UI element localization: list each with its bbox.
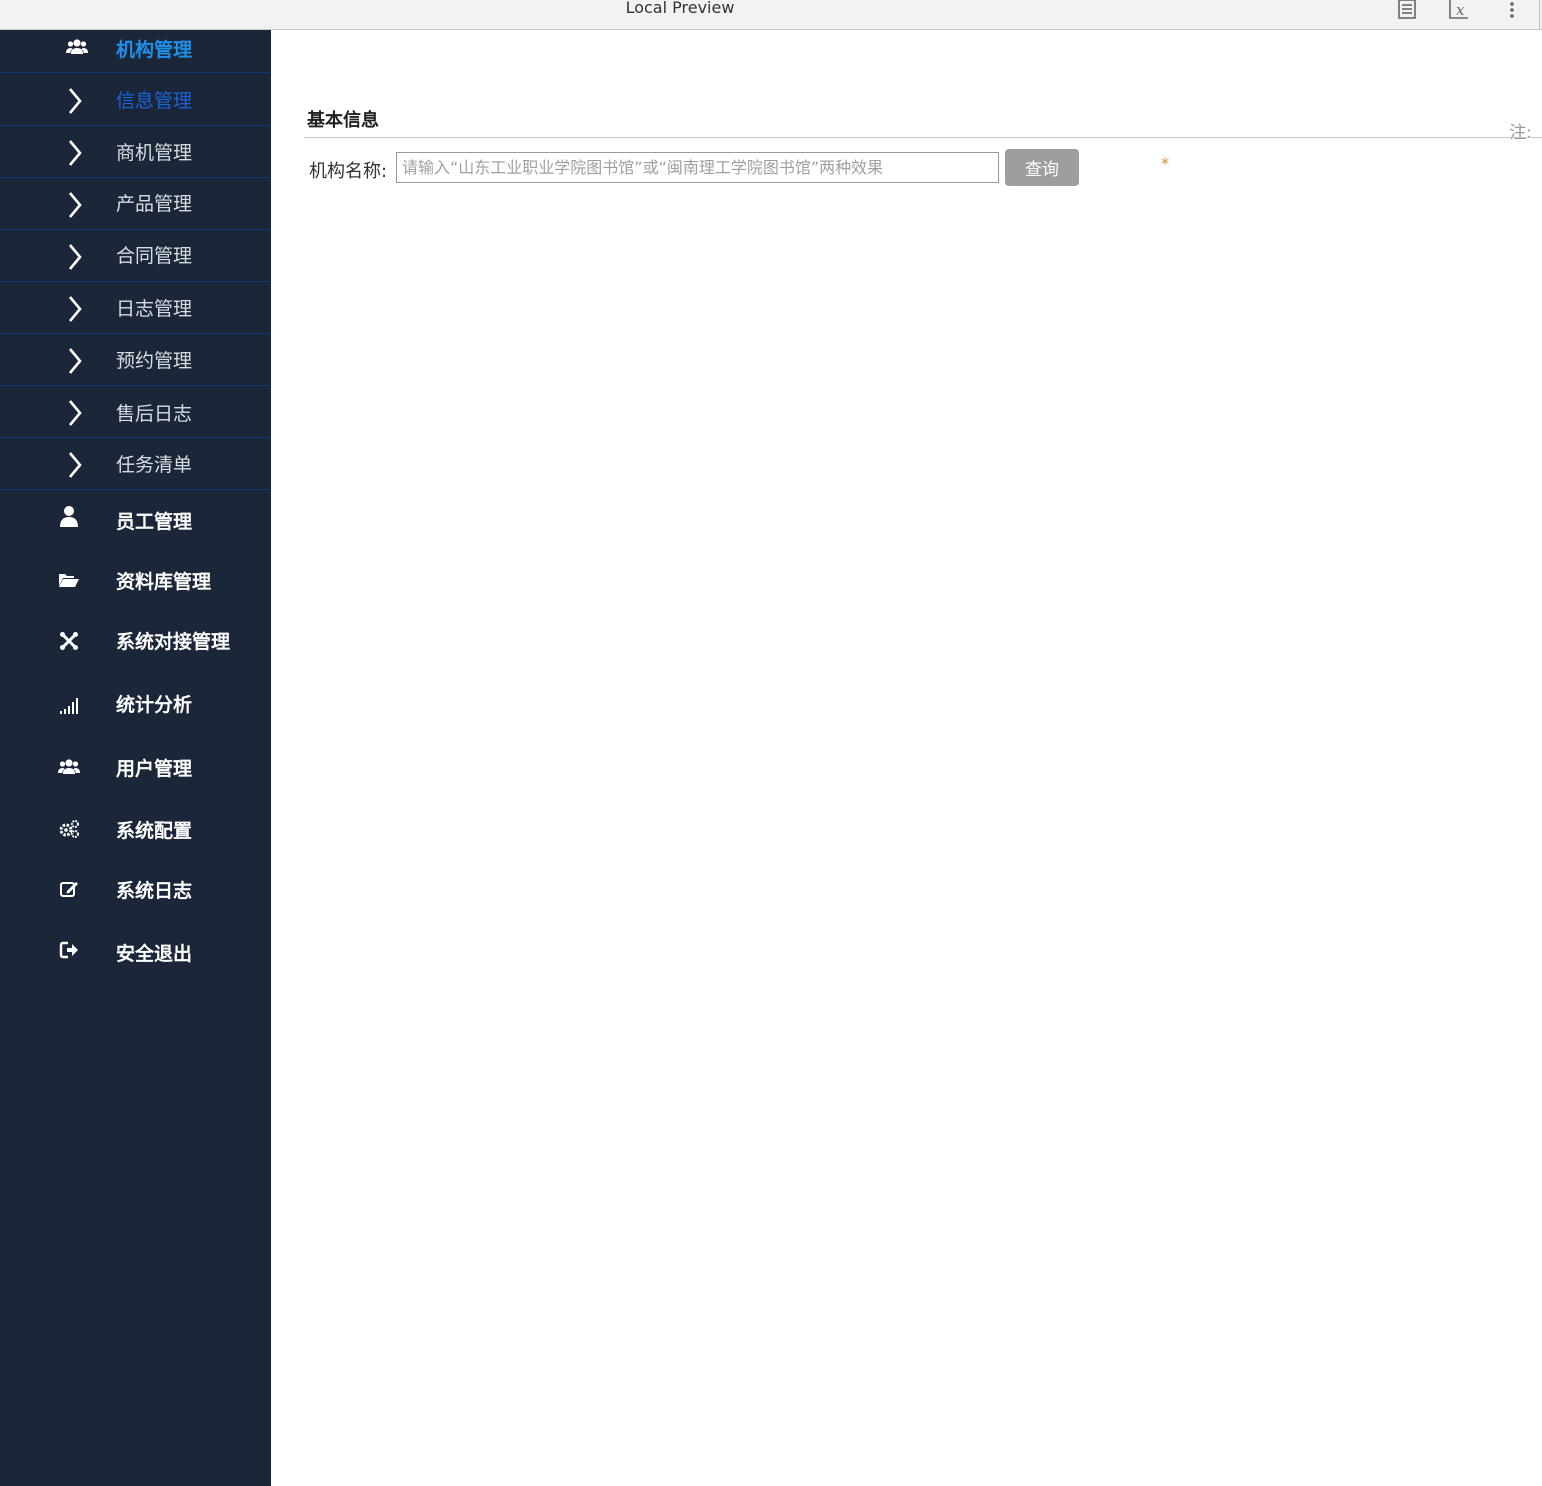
chevron-right-icon	[69, 140, 82, 166]
sidebar-subitem-info[interactable]: 信息管理	[0, 74, 271, 126]
org-name-label: 机构名称:	[309, 161, 388, 182]
joomla-icon	[58, 630, 80, 652]
sidebar-subitem-aftersales[interactable]: 售后日志	[0, 386, 271, 438]
sidebar-item-syslog[interactable]: 系统日志	[0, 858, 271, 918]
chevron-right-icon	[69, 88, 82, 114]
sidebar-item-config[interactable]: 系统配置	[0, 798, 271, 858]
more-vertical-icon[interactable]	[1502, 0, 1522, 20]
sidebar-item-label: 系统对接管理	[116, 631, 231, 653]
sidebar-subitem-label: 预约管理	[116, 350, 193, 372]
sidebar-item-label: 用户管理	[116, 758, 193, 780]
sidebar-subitem-log[interactable]: 日志管理	[0, 282, 271, 334]
chevron-right-icon	[69, 452, 82, 478]
sidebar-item-statistics[interactable]: 统计分析	[0, 672, 271, 732]
sidebar-item-label: 系统配置	[116, 820, 193, 842]
sign-out-icon	[58, 939, 80, 961]
sidebar-item-org[interactable]: 机构管理	[0, 30, 271, 73]
sidebar-item-label: 员工管理	[116, 511, 193, 533]
folder-open-icon	[58, 569, 80, 591]
sidebar-subitem-product[interactable]: 产品管理	[0, 178, 271, 230]
users-icon	[58, 756, 80, 778]
chevron-right-icon	[69, 400, 82, 426]
sidebar-item-label: 安全退出	[116, 943, 193, 965]
sidebar-item-library[interactable]: 资料库管理	[0, 551, 271, 611]
section-title: 基本信息	[307, 110, 379, 131]
sidebar: 机构管理 信息管理 商机管理 产品管理 合同管理 日志管理 预约管理 售后日志 …	[0, 30, 271, 1486]
sidebar-subitem-label: 合同管理	[116, 245, 193, 267]
edit-icon	[58, 878, 80, 900]
gears-icon	[58, 818, 80, 840]
required-mark: *	[1161, 154, 1169, 173]
org-name-input[interactable]	[396, 152, 999, 183]
chevron-right-icon	[69, 296, 82, 322]
signal-icon	[58, 694, 80, 716]
sidebar-item-logout[interactable]: 安全退出	[0, 920, 271, 980]
sidebar-subitem-tasks[interactable]: 任务清单	[0, 438, 271, 490]
sidebar-item-label: 资料库管理	[116, 571, 212, 593]
sidebar-item-label: 系统日志	[116, 880, 193, 902]
sidebar-item-integration[interactable]: 系统对接管理	[0, 611, 271, 671]
document-icon[interactable]	[1396, 0, 1418, 20]
sidebar-subitem-contract[interactable]: 合同管理	[0, 230, 271, 282]
query-button[interactable]: 查询	[1005, 149, 1079, 186]
note-label: 注:	[1509, 123, 1532, 143]
sidebar-subitem-label: 产品管理	[116, 193, 193, 215]
sidebar-subitem-label: 售后日志	[116, 403, 193, 425]
chevron-right-icon	[69, 244, 82, 270]
titlebar-edge	[1539, 0, 1540, 30]
sidebar-item-users[interactable]: 用户管理	[0, 736, 271, 796]
window-title: Local Preview	[625, 0, 735, 17]
user-icon	[58, 505, 80, 527]
sidebar-item-staff[interactable]: 员工管理	[0, 491, 271, 551]
section-divider	[304, 137, 1542, 138]
sidebar-subitem-appointment[interactable]: 预约管理	[0, 334, 271, 386]
formula-icon[interactable]: x	[1448, 0, 1470, 20]
chevron-right-icon	[69, 192, 82, 218]
sidebar-item-label: 机构管理	[116, 39, 193, 61]
window-titlebar: Local Preview x	[0, 0, 1542, 30]
sidebar-subitem-label: 日志管理	[116, 298, 193, 320]
main-content: 基本信息 注: 机构名称: 查询 *	[271, 30, 1542, 1486]
sidebar-subitem-label: 商机管理	[116, 142, 193, 164]
sidebar-subitem-opportunity[interactable]: 商机管理	[0, 126, 271, 178]
sidebar-item-label: 统计分析	[116, 694, 193, 716]
sidebar-subitem-label: 信息管理	[116, 90, 193, 112]
sidebar-subitem-label: 任务清单	[116, 454, 193, 476]
users-icon	[66, 36, 88, 58]
svg-text:x: x	[1456, 1, 1465, 19]
chevron-right-icon	[69, 348, 82, 374]
